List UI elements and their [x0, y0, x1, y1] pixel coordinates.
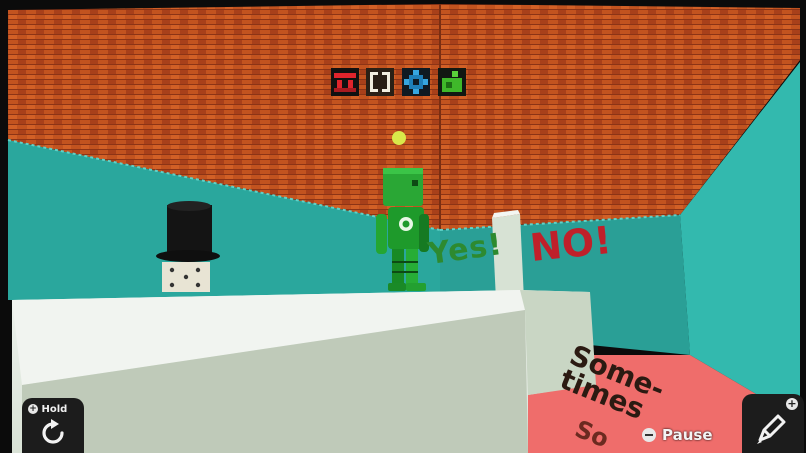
hold-label: + Hold: [28, 404, 67, 415]
wall-text-no: NO!: [527, 217, 614, 271]
game-viewport[interactable]: Yes! NO! Some- times So + Hold Pause +: [0, 0, 806, 453]
pause-button[interactable]: Pause: [642, 424, 713, 446]
white-bracket-icon: [366, 68, 394, 96]
red-block-icon: [331, 68, 359, 96]
hold-text: Hold: [41, 404, 68, 415]
pause-label: Pause: [662, 426, 713, 444]
pencil-icon: [757, 414, 786, 444]
rotate-icon: [42, 419, 64, 444]
edit-button[interactable]: +: [742, 394, 804, 453]
green-block-icon: [438, 68, 466, 96]
coin-sparkle: [392, 131, 406, 145]
minus-button-icon: [642, 428, 656, 442]
hold-rotate-button[interactable]: + Hold: [22, 398, 84, 453]
plus-badge: +: [786, 397, 798, 410]
blue-gear-icon: [402, 68, 430, 96]
plus-button-icon: +: [28, 404, 38, 414]
